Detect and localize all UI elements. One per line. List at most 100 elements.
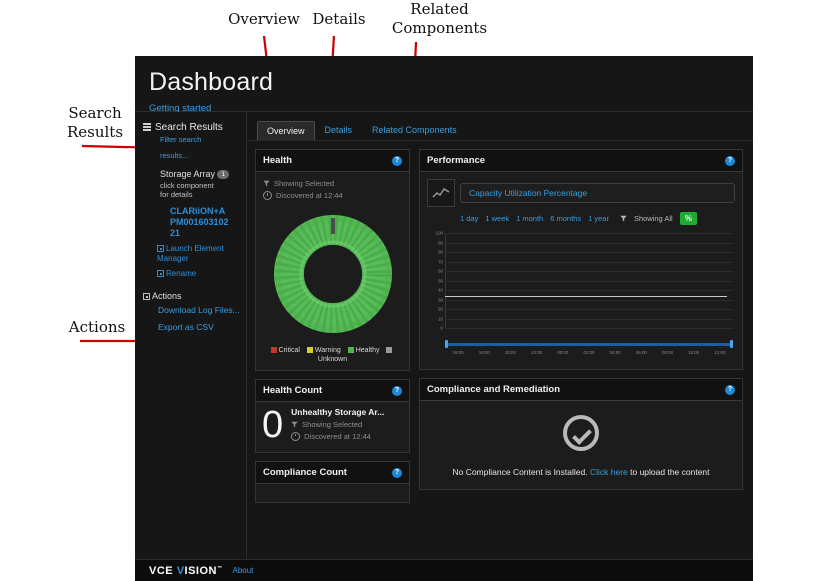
- app-header: Dashboard Getting started: [135, 56, 753, 114]
- launch-icon: [157, 245, 164, 253]
- legend-item-critical: Critical: [270, 347, 300, 354]
- range-1-week[interactable]: 1 week: [485, 214, 509, 223]
- logo-trademark: ™: [216, 564, 223, 571]
- chart-x-axis-labels: 16:00 18:00 20:00 22:00 00:00 02:00 04:00 06:00…: [445, 350, 733, 358]
- filter-funnel-icon: [263, 180, 270, 187]
- launch-element-manager-action[interactable]: Launch Element Manager: [157, 244, 240, 264]
- compliance-count-panel: Compliance Count ?: [255, 461, 410, 503]
- storage-array-label: Storage Array: [160, 169, 216, 179]
- tab-details[interactable]: Details: [315, 120, 363, 140]
- device-name[interactable]: CLARiiON+A PM001603102 21: [170, 206, 240, 239]
- for-details-hint: for details: [160, 190, 193, 200]
- actions-title: Actions: [152, 291, 182, 302]
- range-6-months[interactable]: 6 months: [550, 214, 581, 223]
- health-showing-selected-label: Showing Selected: [274, 179, 335, 188]
- chart-gridline: [445, 233, 733, 234]
- health-count-discovered-at-label: Discovered at 12:44: [304, 431, 371, 441]
- check-circle-icon: [563, 415, 599, 451]
- health-panel-title: Health: [263, 155, 293, 166]
- chart-x-tick-label: 22:00: [531, 350, 543, 355]
- health-count-panel: Health Count ? 0 Unhealthy Storage Ar...…: [255, 379, 410, 453]
- compliance-upload-link[interactable]: Click here: [590, 467, 628, 477]
- help-icon[interactable]: ?: [392, 385, 402, 396]
- health-panel-header: Health ?: [256, 150, 409, 172]
- chart-x-tick-label: 10:00: [688, 350, 700, 355]
- donut-svg: [273, 215, 392, 333]
- health-count-showing-selected: Showing Selected: [291, 420, 384, 429]
- range-1-day[interactable]: 1 day: [460, 214, 478, 223]
- launch-element-manager-label: Launch Element Manager: [157, 244, 224, 264]
- chart-y-tick-label: 60: [438, 268, 443, 274]
- health-showing-selected: Showing Selected: [263, 179, 402, 188]
- clock-icon: [263, 191, 272, 200]
- about-link[interactable]: About: [232, 566, 253, 575]
- health-count-panel-title: Health Count: [263, 385, 323, 396]
- compliance-message-before: No Compliance Content is Installed.: [452, 467, 590, 477]
- health-count-panel-header: Health Count ?: [256, 380, 409, 402]
- device-name-line2: PM001603102: [170, 217, 229, 228]
- filter-search-link[interactable]: Filter search: [160, 135, 240, 144]
- logo-v: V: [176, 564, 185, 577]
- tab-bar: Overview Details Related Components: [247, 112, 753, 141]
- slider-track[interactable]: [445, 342, 733, 346]
- help-icon[interactable]: ?: [725, 155, 735, 166]
- performance-chart[interactable]: 0 10 20 30 40 50 60 70 80 90 100: [431, 230, 733, 331]
- rename-icon: [157, 270, 164, 278]
- help-icon[interactable]: ?: [392, 467, 402, 478]
- chart-gridline: [445, 271, 733, 272]
- tab-related-components[interactable]: Related Components: [362, 120, 467, 140]
- chart-y-tick-label: 50: [438, 278, 443, 283]
- storage-array-group: Storage Array 1 click component for deta…: [160, 169, 240, 199]
- compliance-panel: Compliance and Remediation ? No Complian…: [419, 378, 743, 490]
- chart-y-tick-label: 0: [440, 325, 443, 331]
- health-count-body: 0 Unhealthy Storage Ar... Showing Select…: [256, 402, 409, 452]
- help-icon[interactable]: ?: [392, 155, 402, 166]
- chart-y-tick-label: 100: [435, 230, 443, 236]
- logo-vce: VCE: [149, 564, 177, 577]
- chart-gridline: [445, 309, 733, 310]
- chart-range-slider[interactable]: [445, 340, 733, 348]
- metric-select[interactable]: Capacity Utilization Percentage: [460, 183, 735, 203]
- search-results-title: Search Results: [155, 122, 223, 133]
- help-icon[interactable]: ?: [725, 384, 735, 395]
- chart-x-tick-label: 06:00: [635, 350, 647, 355]
- compliance-message-after: to upload the content: [627, 467, 710, 477]
- chart-gridline: [445, 242, 733, 244]
- chart-gridline: [445, 328, 733, 329]
- chart-y-tick-label: 40: [438, 287, 443, 293]
- compliance-message: No Compliance Content is Installed. Clic…: [427, 467, 735, 477]
- compliance-panel-body: No Compliance Content is Installed. Clic…: [420, 401, 742, 489]
- tab-overview[interactable]: Overview: [257, 121, 315, 140]
- health-donut-chart: [263, 203, 402, 345]
- slider-handle-left[interactable]: [445, 340, 448, 348]
- range-1-year[interactable]: 1 year: [588, 214, 609, 223]
- chart-gridline: [445, 318, 733, 320]
- sidebar: Search Results Filter search results... …: [135, 112, 247, 581]
- range-1-month[interactable]: 1 month: [516, 214, 543, 223]
- export-as-csv-action[interactable]: Export as CSV: [158, 322, 240, 332]
- chart-x-tick-label: 02:00: [583, 350, 595, 355]
- actions-icon: [143, 293, 150, 301]
- chart-y-tick-label: 70: [438, 259, 443, 264]
- results-link[interactable]: results...: [160, 151, 240, 160]
- chart-gridline: [445, 252, 733, 253]
- application-window: Dashboard Getting started Search Results…: [135, 56, 753, 581]
- device-name-line3: 21: [170, 228, 181, 239]
- device-name-line1: CLARiiON+A: [170, 206, 226, 217]
- health-discovered-at-label: Discovered at 12:44: [276, 191, 343, 200]
- chart-x-tick-label: 16:00: [452, 350, 464, 355]
- health-discovered-at: Discovered at 12:44: [263, 191, 402, 200]
- health-count-discovered-at: Discovered at 12:44: [291, 431, 384, 441]
- slider-handle-right[interactable]: [730, 340, 733, 348]
- chart-gridline: [445, 290, 733, 291]
- unit-percent-button[interactable]: %: [679, 212, 697, 225]
- filter-funnel-icon: [291, 421, 298, 427]
- sidebar-search-results: Search Results: [143, 122, 240, 133]
- showing-all-label: Showing All: [633, 214, 673, 223]
- chart-series-line: [445, 295, 727, 297]
- rename-action[interactable]: Rename: [157, 269, 240, 279]
- unhealthy-count-label: Unhealthy Storage Ar...: [291, 406, 385, 417]
- logo-ision: ISION: [184, 564, 217, 577]
- download-log-files-action[interactable]: Download Log Files...: [158, 305, 240, 315]
- metric-selector-row: Capacity Utilization Percentage: [427, 179, 735, 207]
